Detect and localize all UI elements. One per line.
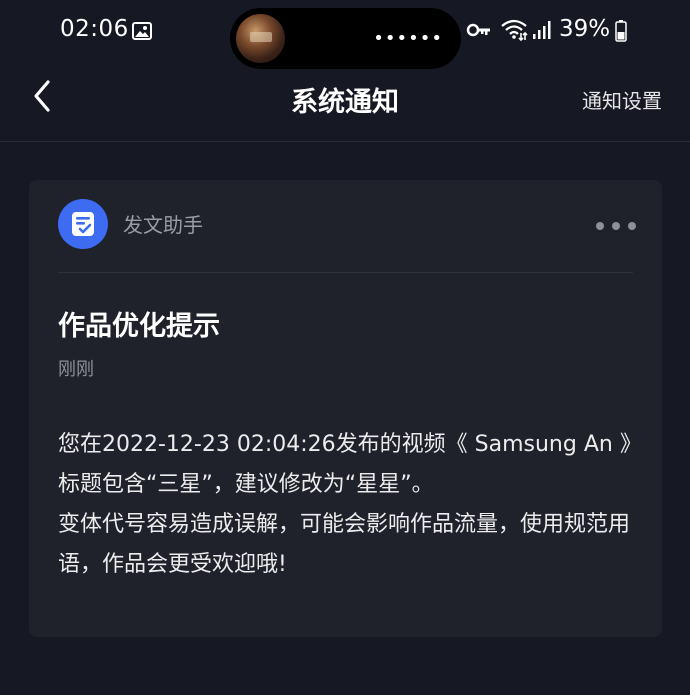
document-check-icon	[72, 212, 94, 236]
notification-body-paragraph-2: 变体代号容易造成误解，可能会影响作品流量，使用规范用语，作品会更受欢迎哦!	[58, 512, 631, 577]
media-indicator: ••••••	[373, 28, 443, 49]
more-dots-icon	[596, 222, 604, 230]
notification-body-paragraph-1: 您在2022-12-23 02:04:26发布的视频《 Samsung An 》…	[58, 432, 642, 497]
notification-card[interactable]: 发文助手 作品优化提示 刚刚 您在2022-12-23 02:04:26发布的视…	[29, 180, 662, 637]
battery-percent: 39%	[559, 16, 611, 42]
avatar[interactable]	[58, 199, 108, 249]
notification-body: 您在2022-12-23 02:04:26发布的视频《 Samsung An 》…	[58, 425, 643, 585]
notification-title: 作品优化提示	[58, 311, 220, 342]
notification-time: 刚刚	[58, 359, 94, 380]
divider	[58, 272, 633, 273]
wifi-icon	[501, 19, 528, 42]
media-pill[interactable]: ••••••	[230, 8, 461, 69]
status-bar: 02:06 •••••• 39%	[0, 0, 690, 69]
screen: 02:06 •••••• 39% 系统通知 通知设置 发文助手 作品优化提示 刚…	[0, 0, 690, 695]
more-dot	[612, 222, 620, 230]
status-time: 02:06	[60, 16, 129, 42]
gallery-icon	[132, 22, 152, 40]
card-header: 发文助手	[29, 180, 662, 273]
more-options-button[interactable]	[594, 216, 638, 234]
nav-bar: 系统通知 通知设置	[0, 64, 690, 142]
battery-icon	[615, 20, 627, 42]
more-dot	[628, 222, 636, 230]
album-art	[236, 14, 285, 63]
signal-icon	[533, 21, 551, 39]
notification-settings-link[interactable]: 通知设置	[582, 85, 662, 114]
key-icon	[466, 23, 490, 37]
sender-name: 发文助手	[123, 213, 203, 237]
